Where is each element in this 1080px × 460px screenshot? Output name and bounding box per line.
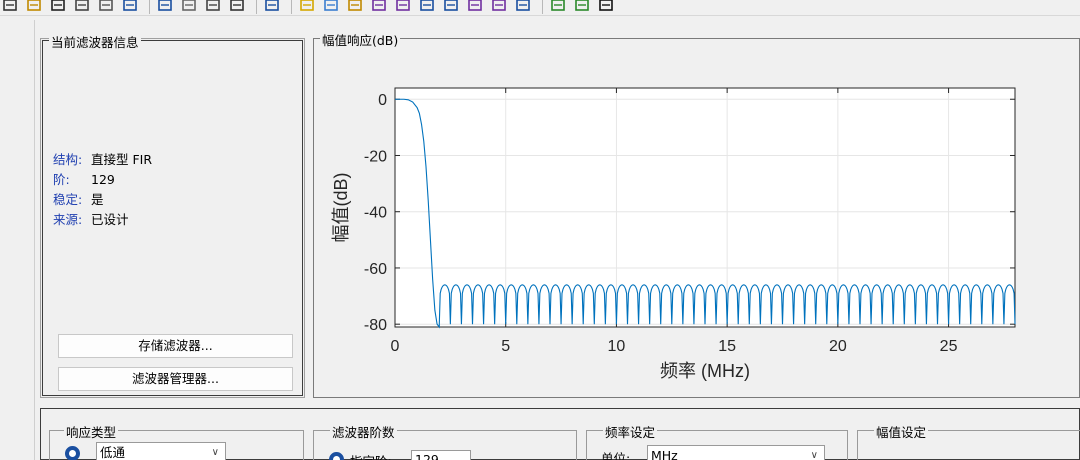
- magnitude-response-chart: 0 5 10 15 20 25 0 -20 -40 -60 -80 频率 (MHz) 幅值(dB): [331, 87, 1016, 381]
- filter-info-panel: 当前滤波器信息 结构: 直接型 FIR 阶: 129 稳定: 是 来源: 已设计 存储滤…: [42, 32, 303, 396]
- cascade-icon[interactable]: [572, 0, 592, 14]
- y-tick-label: -80: [364, 317, 387, 334]
- info-key: 来源:: [53, 212, 83, 227]
- x-tick-label: 20: [829, 338, 847, 355]
- save-icon[interactable]: [48, 0, 68, 14]
- new-icon[interactable]: [0, 0, 20, 14]
- x-tick-label: 5: [501, 338, 510, 355]
- filter-order-group: 滤波器阶数 指定阶: 129: [313, 422, 577, 460]
- info-value: 是: [91, 192, 104, 207]
- toolbar-separator: [542, 0, 543, 14]
- store-filter-button[interactable]: 存储滤波器...: [58, 334, 293, 358]
- phase-response-icon[interactable]: [321, 0, 341, 14]
- y-axis-label: 幅值(dB): [331, 172, 351, 242]
- chevron-down-icon: ∨: [211, 447, 219, 458]
- x-tick-label: 10: [608, 338, 626, 355]
- lowpass-radio[interactable]: [65, 446, 80, 460]
- x-axis-label: 频率 (MHz): [660, 361, 750, 381]
- info-key: 稳定:: [53, 192, 83, 207]
- info-row-order: 阶: 129: [53, 169, 115, 188]
- magnitude-response-icon[interactable]: [297, 0, 317, 14]
- zoom-out-icon[interactable]: [155, 0, 175, 14]
- response-type-dropdown[interactable]: 低通 ∨: [96, 442, 226, 460]
- group-title: 频率设定: [603, 422, 658, 441]
- y-tick-label: -40: [364, 205, 387, 222]
- whats-this-icon[interactable]: [596, 0, 616, 14]
- mag-spec-group: 幅值设定: [857, 422, 1080, 460]
- panel-title: 当前滤波器信息: [49, 32, 141, 51]
- info-value: 已设计: [91, 212, 129, 227]
- zoom-in-icon[interactable]: [120, 0, 140, 14]
- y-tick-label: -20: [364, 148, 387, 165]
- x-tick-label: 0: [391, 338, 400, 355]
- impulse-response-icon[interactable]: [417, 0, 437, 14]
- info-key: 阶:: [53, 172, 70, 187]
- filter-spec-icon[interactable]: [548, 0, 568, 14]
- dropdown-value: 低通: [100, 445, 126, 460]
- pan-icon[interactable]: [179, 0, 199, 14]
- toolbar: [0, 0, 1080, 16]
- group-title: 响应类型: [64, 422, 119, 441]
- print-icon[interactable]: [72, 0, 92, 14]
- phase-delay-icon[interactable]: [393, 0, 413, 14]
- toolbar-separator: [256, 0, 257, 14]
- chevron-down-icon: ∨: [810, 450, 818, 460]
- group-title: 滤波器阶数: [330, 422, 397, 441]
- filter-info-icon[interactable]: [262, 0, 282, 14]
- response-type-group: 响应类型 低通 ∨: [49, 422, 304, 460]
- info-value: 直接型 FIR: [91, 152, 153, 167]
- pole-zero-icon[interactable]: [465, 0, 485, 14]
- toolbar-separator: [291, 0, 292, 14]
- x-tick-label: 25: [940, 338, 958, 355]
- info-row-stable: 稳定: 是: [53, 189, 104, 208]
- order-input[interactable]: 129: [411, 450, 471, 460]
- dropdown-value: MHz: [651, 448, 678, 460]
- filter-manager-button[interactable]: 滤波器管理器...: [58, 367, 293, 391]
- freq-spec-group: 频率设定 单位: MHz ∨: [586, 422, 848, 460]
- info-icon[interactable]: [513, 0, 533, 14]
- coefficients-icon[interactable]: [489, 0, 509, 14]
- toolbar-separator: [149, 0, 150, 14]
- open-icon[interactable]: [24, 0, 44, 14]
- unit-dropdown[interactable]: MHz ∨: [647, 445, 825, 460]
- unit-label: 单位:: [601, 451, 631, 460]
- info-row-source: 来源: 已设计: [53, 209, 129, 228]
- plot-area: [395, 88, 1015, 327]
- left-strip: [0, 20, 35, 460]
- magnitude-phase-icon[interactable]: [345, 0, 365, 14]
- step-response-icon[interactable]: [441, 0, 461, 14]
- specify-order-radio[interactable]: [329, 452, 344, 460]
- info-value: 129: [91, 172, 115, 187]
- info-row-structure: 结构: 直接型 FIR: [53, 149, 152, 168]
- y-tick-label: -60: [364, 261, 387, 278]
- x-tick-label: 15: [718, 338, 736, 355]
- info-key: 结构:: [53, 152, 83, 167]
- print-preview-icon[interactable]: [96, 0, 116, 14]
- group-title: 幅值设定: [874, 422, 929, 441]
- y-tick-label: 0: [378, 92, 387, 109]
- group-delay-icon[interactable]: [369, 0, 389, 14]
- fit-icon[interactable]: [203, 0, 223, 14]
- specify-order-label: 指定阶:: [350, 451, 392, 460]
- new-window-icon[interactable]: [227, 0, 247, 14]
